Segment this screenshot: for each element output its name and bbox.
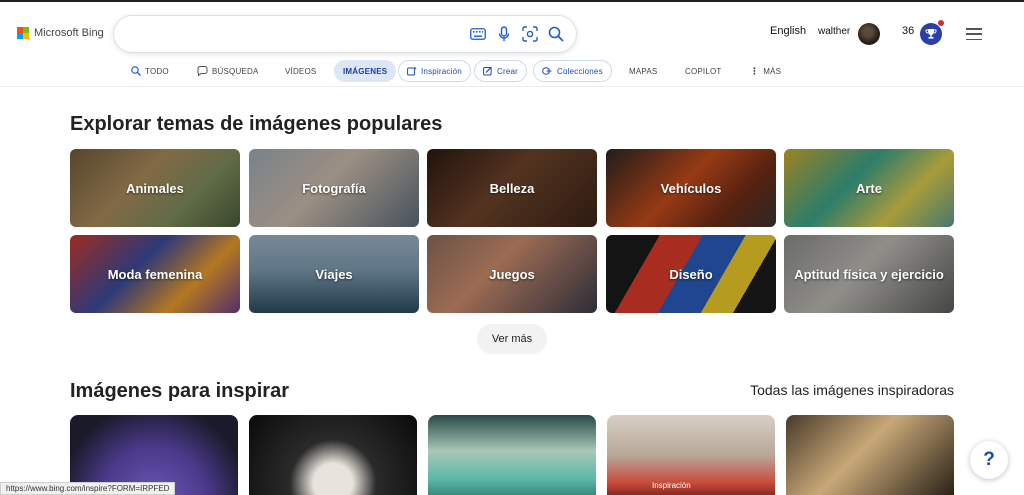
search-icon[interactable] (547, 25, 565, 43)
topic-tile-label: Fotografía (302, 180, 366, 196)
topic-tile-label: Diseño (669, 266, 713, 282)
inspire-hover-label: Inspiración (652, 481, 691, 490)
tab-busqueda-label: BÚSQUEDA (212, 66, 259, 76)
topic-tile-label: Animales (126, 180, 184, 196)
topic-tile-label: Belleza (489, 180, 535, 196)
search-icon (131, 66, 141, 76)
reward-points[interactable]: 36 (902, 25, 914, 37)
tab-imagenes[interactable]: IMÁGENES (334, 60, 397, 82)
topic-tile-label: Aptitud física y ejercicio (794, 266, 944, 282)
topic-tile-label: Vehículos (660, 180, 722, 196)
copilot-chat-icon (197, 66, 208, 76)
topic-tile-label: Juegos (489, 266, 535, 282)
tab-videos-label: VÍDEOS (285, 66, 317, 76)
inspire-title: Imágenes para inspirar (70, 380, 289, 402)
create-icon (483, 66, 492, 76)
tab-crear-label: Crear (497, 66, 519, 76)
topic-tile-aptitud-fisica[interactable]: Aptitud física y ejercicio (784, 235, 954, 313)
topic-tile-viajes[interactable]: Viajes (249, 235, 419, 313)
topic-tile-label: Arte (855, 180, 882, 196)
language-link[interactable]: English (770, 25, 806, 37)
tab-copilot-label: COPILOT (685, 66, 722, 76)
topic-tile-diseno[interactable]: Diseño (606, 235, 776, 313)
window-top-border (0, 0, 1024, 2)
logo-text: Microsoft Bing (34, 27, 104, 39)
tab-colecciones-label: Colecciones (557, 66, 603, 76)
search-nav: TODO BÚSQUEDA VÍDEOS IMÁGENES Inspiració… (0, 60, 1024, 87)
hamburger-menu-icon[interactable] (966, 28, 982, 40)
visual-search-icon[interactable] (521, 25, 539, 43)
inspire-image-2[interactable] (249, 415, 417, 495)
sparkle-image-icon (407, 66, 417, 76)
see-all-inspiration-link[interactable]: Todas las imágenes inspiradoras (750, 382, 954, 398)
tab-copilot[interactable]: COPILOT (685, 60, 722, 82)
more-vertical-icon: ⋮ (750, 65, 760, 76)
help-button[interactable]: ? (970, 441, 1008, 479)
help-icon: ? (983, 449, 995, 470)
topic-tile-label: Moda femenina (107, 266, 203, 282)
collections-icon (542, 67, 552, 75)
microsoft-logo-icon (17, 27, 29, 39)
topic-tile-label: Viajes (315, 266, 353, 282)
notification-dot (938, 20, 944, 26)
topic-tile-vehiculos[interactable]: Vehículos (606, 149, 776, 227)
topic-tile-animales[interactable]: Animales (70, 149, 240, 227)
tab-colecciones[interactable]: Colecciones (533, 60, 612, 82)
tab-mapas[interactable]: MAPAS (629, 60, 657, 82)
tab-todo[interactable]: TODO (131, 60, 169, 82)
keyboard-icon[interactable] (469, 25, 487, 43)
topic-tile-moda-femenina[interactable]: Moda femenina (70, 235, 240, 313)
tab-crear[interactable]: Crear (474, 60, 528, 82)
tab-todo-label: TODO (145, 66, 169, 76)
microphone-icon[interactable] (495, 25, 513, 43)
tab-videos[interactable]: VÍDEOS (285, 60, 316, 82)
rewards-icon[interactable] (920, 23, 942, 45)
inspire-image-3[interactable] (428, 415, 596, 495)
inspire-image-4[interactable] (607, 415, 775, 495)
topic-tile-arte[interactable]: Arte (784, 149, 954, 227)
tab-mapas-label: MAPAS (629, 66, 658, 76)
tab-mas-label: MÁS (763, 66, 782, 76)
popular-topics-title: Explorar temas de imágenes populares (70, 113, 443, 135)
search-box[interactable] (114, 16, 576, 52)
search-input[interactable] (130, 24, 460, 44)
tab-inspiracion-label: Inspiración (421, 66, 462, 76)
tab-busqueda[interactable]: BÚSQUEDA (197, 60, 259, 82)
see-more-button[interactable]: Ver más (477, 324, 547, 354)
topic-tile-juegos[interactable]: Juegos (427, 235, 597, 313)
topic-tile-belleza[interactable]: Belleza (427, 149, 597, 227)
username[interactable]: walther (818, 26, 850, 37)
status-bar-url: https://www.bing.com/inspire?FORM=IRPFED (0, 482, 176, 495)
avatar[interactable] (858, 23, 880, 45)
tab-imagenes-label: IMÁGENES (343, 66, 388, 76)
tab-inspiracion[interactable]: Inspiración (398, 60, 471, 82)
topic-tile-fotografia[interactable]: Fotografía (249, 149, 419, 227)
tab-mas[interactable]: ⋮ MÁS (750, 60, 781, 82)
inspire-image-5[interactable] (786, 415, 954, 495)
bing-logo[interactable]: Microsoft Bing (17, 27, 104, 39)
